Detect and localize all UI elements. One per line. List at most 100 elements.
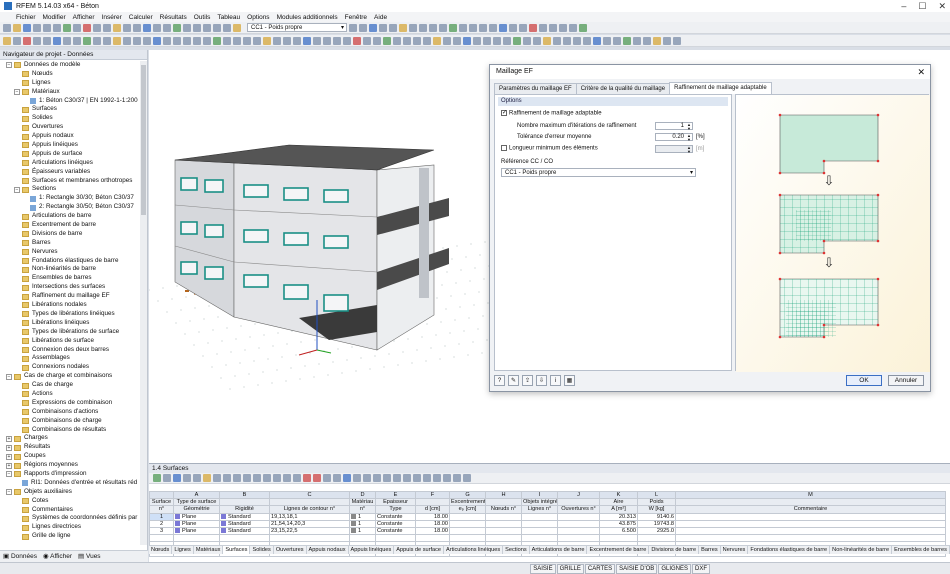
tool-icon[interactable] xyxy=(493,36,501,45)
tool-icon[interactable] xyxy=(163,36,171,45)
tool-icon[interactable] xyxy=(443,36,451,45)
status-grille[interactable]: GRILLE xyxy=(556,563,584,574)
sheet-tab[interactable]: Lignes xyxy=(172,546,194,554)
table-cell[interactable] xyxy=(521,519,558,528)
tool-icon[interactable] xyxy=(323,474,331,482)
menu-item[interactable]: Aide xyxy=(374,14,387,21)
tool-icon[interactable] xyxy=(233,23,241,32)
tree-item[interactable]: 1: Rectangle 30/30; Béton C30/37 xyxy=(0,194,140,203)
col-letter[interactable]: M xyxy=(675,490,946,500)
tree-item[interactable]: Divisions de barre xyxy=(0,230,140,239)
status-glignes[interactable]: GLIGNES xyxy=(658,563,691,574)
tool-icon[interactable] xyxy=(453,36,461,45)
tool-icon[interactable] xyxy=(273,36,281,45)
menu-item[interactable]: Résultats xyxy=(160,14,187,21)
table-cell[interactable]: Constante xyxy=(375,526,416,536)
tool-icon[interactable] xyxy=(263,474,271,482)
tool-icon[interactable] xyxy=(473,36,481,45)
table-cell[interactable]: 18.00 xyxy=(415,512,450,521)
tree-item[interactable]: Cas de charge xyxy=(0,381,140,390)
table-cell[interactable] xyxy=(557,526,600,536)
tool-icon[interactable] xyxy=(293,36,301,45)
col-letter[interactable]: F xyxy=(415,490,450,500)
tree-item[interactable]: Assemblages xyxy=(0,354,140,363)
tree-item[interactable]: Excentrement de barre xyxy=(0,221,140,230)
table-cell[interactable] xyxy=(557,534,600,543)
sheet-tab[interactable]: Non-linéarités de barre xyxy=(830,546,893,554)
table-cell[interactable]: 1 xyxy=(349,519,376,528)
status-dxf[interactable]: DXF xyxy=(692,563,710,574)
tool-icon[interactable] xyxy=(393,36,401,45)
tolerance-input[interactable]: 0.20 ▲ ▼ xyxy=(655,133,693,141)
tree-item[interactable]: Épaisseurs variables xyxy=(0,168,140,177)
max-iter-input[interactable]: 1 ▲ ▼ xyxy=(655,122,693,130)
tree-item[interactable]: + Coupes xyxy=(0,452,140,461)
tool-icon[interactable] xyxy=(673,36,681,45)
tree-item[interactable]: Libérations de surface xyxy=(0,337,140,346)
maximize-icon[interactable]: ☐ xyxy=(918,0,926,12)
tool-icon[interactable] xyxy=(73,36,81,45)
export-icon[interactable]: ⇩ xyxy=(536,374,547,386)
tree-item[interactable]: Nœuds xyxy=(0,70,140,79)
undo-icon[interactable] xyxy=(43,23,51,32)
tool-icon[interactable] xyxy=(613,36,621,45)
tool-icon[interactable] xyxy=(173,474,181,482)
new-icon[interactable] xyxy=(3,23,11,32)
table-cell[interactable] xyxy=(675,512,946,521)
expand-icon[interactable]: − xyxy=(6,62,12,69)
tool-icon[interactable] xyxy=(403,36,411,45)
tree-item[interactable]: Articulations linéiques xyxy=(0,159,140,168)
table-cell[interactable] xyxy=(675,526,946,536)
tool-icon[interactable] xyxy=(223,23,231,32)
tree-item[interactable]: Libérations linéiques xyxy=(0,319,140,328)
tree-item[interactable]: Surfaces xyxy=(0,105,140,114)
tool-icon[interactable] xyxy=(479,23,487,32)
tree-item[interactable]: Barres xyxy=(0,239,140,248)
status-saisie[interactable]: SAISIE xyxy=(530,563,556,574)
table-cell[interactable] xyxy=(521,512,558,521)
tool-icon[interactable] xyxy=(243,474,251,482)
tool-icon[interactable] xyxy=(193,474,201,482)
prev-icon[interactable] xyxy=(349,23,357,32)
tree-item[interactable]: Appuis de surface xyxy=(0,150,140,159)
tool-icon[interactable] xyxy=(213,474,221,482)
tool-icon[interactable] xyxy=(643,36,651,45)
tool-icon[interactable] xyxy=(143,36,151,45)
tree-item[interactable]: 1: Béton C30/37 | EN 1992-1-1:200 xyxy=(0,97,140,106)
table-cell[interactable] xyxy=(521,534,558,543)
tool-icon[interactable] xyxy=(313,474,321,482)
tool-icon[interactable] xyxy=(593,36,601,45)
tool-icon[interactable] xyxy=(489,23,497,32)
tree-item[interactable]: Types de libérations linéiques xyxy=(0,310,140,319)
table-cell[interactable] xyxy=(557,512,600,521)
tool-icon[interactable] xyxy=(663,36,671,45)
tool-icon[interactable] xyxy=(409,23,417,32)
tool-icon[interactable] xyxy=(43,36,51,45)
open-icon[interactable] xyxy=(13,23,21,32)
sheet-tab[interactable]: Barres xyxy=(699,546,721,554)
tool-icon[interactable] xyxy=(559,23,567,32)
table-cell[interactable]: 2925.0 xyxy=(637,526,676,536)
menu-item[interactable]: Fichier xyxy=(16,14,36,21)
expand-icon[interactable]: + xyxy=(6,462,12,469)
tool-icon[interactable] xyxy=(343,474,351,482)
tool-icon[interactable] xyxy=(113,36,121,45)
tree-item[interactable]: Solides xyxy=(0,114,140,123)
table-cell[interactable]: Plane xyxy=(173,526,220,536)
info-icon[interactable]: i xyxy=(550,374,561,386)
table-cell[interactable] xyxy=(675,534,946,543)
expand-icon[interactable]: − xyxy=(14,89,20,96)
sheet-tab[interactable]: Ouvertures xyxy=(274,546,307,554)
sheet-tab[interactable]: Appuis nodaux xyxy=(307,546,349,554)
menu-item[interactable]: Insérer xyxy=(102,14,122,21)
tool-icon[interactable] xyxy=(399,23,407,32)
table-icon[interactable]: ▦ xyxy=(564,374,575,386)
tool-icon[interactable] xyxy=(163,23,171,32)
table-cell[interactable]: Constante xyxy=(375,512,416,521)
table-row[interactable]: 3 Plane Standard 23,15,22,5 1 Constante 18.00 6… xyxy=(149,526,946,536)
tool-icon[interactable] xyxy=(173,23,181,32)
tool-icon[interactable] xyxy=(469,23,477,32)
tree-item[interactable]: Actions xyxy=(0,390,140,399)
tab-mesh-quality[interactable]: Critère de la qualité du maillage xyxy=(575,83,671,94)
tool-icon[interactable] xyxy=(183,36,191,45)
